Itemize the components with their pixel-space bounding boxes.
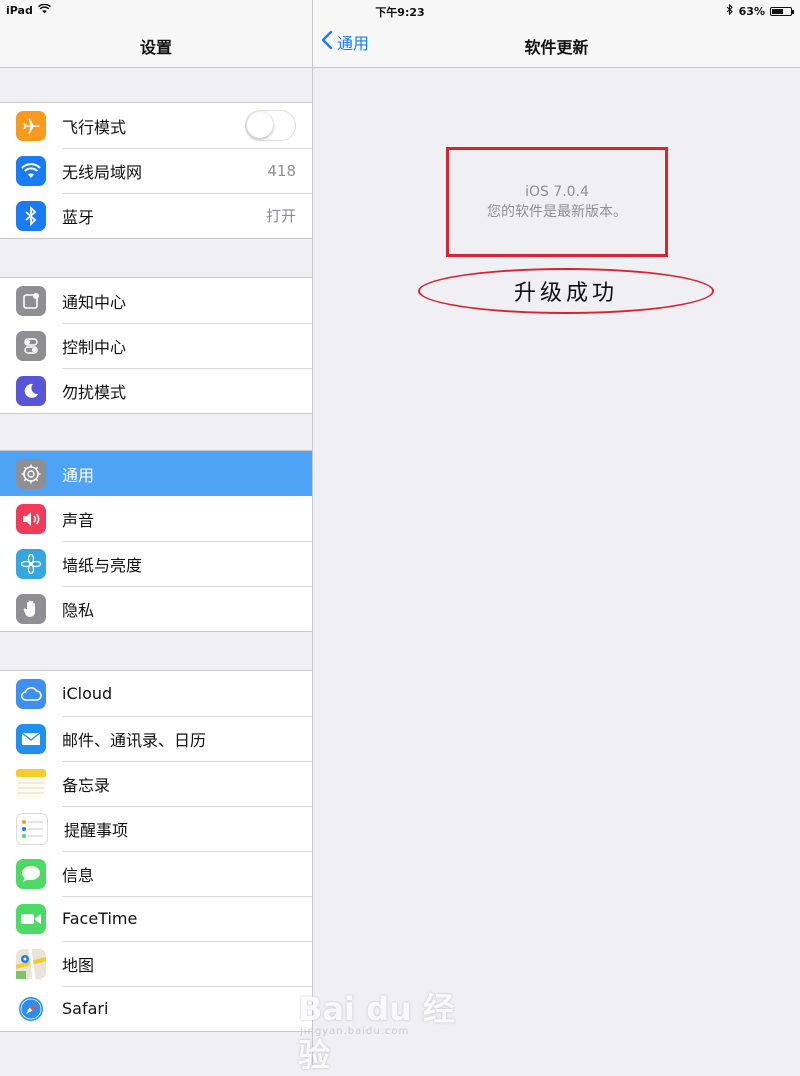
battery-percent: 63% bbox=[738, 4, 765, 18]
sidebar-item-label: 控制中心 bbox=[62, 337, 127, 357]
hand-icon bbox=[16, 593, 46, 624]
flower-icon bbox=[16, 548, 46, 579]
sidebar-item-label: 备忘录 bbox=[62, 775, 111, 795]
notification-center-icon bbox=[16, 285, 46, 316]
bluetooth-icon bbox=[16, 200, 46, 231]
sidebar-item-label: 地图 bbox=[62, 955, 95, 975]
upgrade-success-annotation: 升级成功 bbox=[418, 268, 714, 314]
sidebar-item-notes[interactable]: 备忘录 bbox=[0, 761, 312, 806]
sidebar-item-reminders[interactable]: 提醒事项 bbox=[0, 806, 312, 851]
sidebar-item-label: 声音 bbox=[62, 510, 95, 530]
status-bar: iPad 下午9:23 63% bbox=[0, 0, 800, 20]
sidebar-title: 设置 bbox=[139, 38, 172, 57]
sidebar-item-wallpaper-brightness[interactable]: 墙纸与亮度 bbox=[0, 541, 312, 586]
reminders-icon bbox=[16, 812, 48, 845]
ios-version: iOS 7.0.4 bbox=[525, 184, 589, 200]
cloud-icon bbox=[16, 678, 46, 709]
moon-icon bbox=[16, 375, 46, 406]
sidebar-item-label: 无线局域网 bbox=[62, 162, 143, 182]
sidebar-item-label: 信息 bbox=[62, 865, 95, 885]
settings-group-general: 通用 声音 墙纸与亮度 隐私 bbox=[0, 450, 312, 632]
annotation-text: 升级成功 bbox=[513, 281, 618, 306]
messages-icon bbox=[16, 858, 46, 889]
update-status-highlight: iOS 7.0.4 您的软件是最新版本。 bbox=[446, 147, 668, 257]
sidebar-item-bluetooth[interactable]: 蓝牙 打开 bbox=[0, 193, 312, 238]
control-center-icon bbox=[16, 330, 46, 361]
sidebar-item-label: FaceTime bbox=[62, 909, 138, 928]
settings-group-notifications: 通知中心 控制中心 勿扰模式 bbox=[0, 277, 312, 414]
bluetooth-status-icon bbox=[726, 3, 734, 18]
sidebar-item-label: 隐私 bbox=[62, 600, 95, 620]
page-title: 软件更新 bbox=[524, 38, 589, 57]
sidebar-item-safari[interactable]: Safari bbox=[0, 986, 312, 1031]
speaker-icon bbox=[16, 503, 46, 534]
sidebar-item-label: 勿扰模式 bbox=[62, 382, 127, 402]
sidebar-item-notification-center[interactable]: 通知中心 bbox=[0, 278, 312, 323]
airplane-icon bbox=[16, 110, 46, 141]
sidebar-item-icloud[interactable]: iCloud bbox=[0, 671, 312, 716]
sidebar-item-label: 提醒事项 bbox=[64, 820, 129, 840]
toggle-knob bbox=[247, 112, 273, 138]
sidebar-item-privacy[interactable]: 隐私 bbox=[0, 586, 312, 631]
sidebar-item-label: 飞行模式 bbox=[62, 117, 127, 137]
sidebar-item-label: Safari bbox=[62, 999, 109, 1018]
mail-icon bbox=[16, 723, 46, 754]
sidebar-item-label: 墙纸与亮度 bbox=[62, 555, 143, 575]
sidebar-item-label: 通用 bbox=[62, 465, 95, 485]
sidebar-item-facetime[interactable]: FaceTime bbox=[0, 896, 312, 941]
maps-icon bbox=[16, 948, 46, 979]
sidebar-item-sounds[interactable]: 声音 bbox=[0, 496, 312, 541]
software-update-pane: 通用 软件更新 iOS 7.0.4 您的软件是最新版本。 升级成功 bbox=[313, 0, 800, 1067]
settings-sidebar: 设置 飞行模式 无线局域网 418 蓝牙 打开 通知中心 控制中心 勿扰模式 通… bbox=[0, 0, 313, 1067]
battery-icon bbox=[770, 6, 794, 16]
sidebar-item-label: 蓝牙 bbox=[62, 207, 95, 227]
airplane-mode-toggle[interactable] bbox=[245, 110, 296, 141]
wifi-icon bbox=[16, 155, 46, 186]
bluetooth-status-value: 打开 bbox=[265, 207, 296, 225]
baidu-watermark: Bai du 经验 jingyan.baidu.com bbox=[298, 972, 468, 1074]
sidebar-item-wifi[interactable]: 无线局域网 418 bbox=[0, 148, 312, 193]
sidebar-item-messages[interactable]: 信息 bbox=[0, 851, 312, 896]
sidebar-item-label: 邮件、通讯录、日历 bbox=[62, 730, 207, 750]
notes-icon bbox=[16, 768, 46, 799]
wifi-network-value: 418 bbox=[267, 161, 296, 180]
sidebar-item-general[interactable]: 通用 bbox=[0, 451, 312, 496]
watermark-url: jingyan.baidu.com bbox=[300, 1026, 410, 1037]
settings-group-connectivity: 飞行模式 无线局域网 418 蓝牙 打开 bbox=[0, 102, 312, 239]
facetime-icon bbox=[16, 903, 46, 934]
sidebar-item-mail-contacts-calendars[interactable]: 邮件、通讯录、日历 bbox=[0, 716, 312, 761]
sidebar-item-label: iCloud bbox=[62, 684, 113, 703]
update-status-message: 您的软件是最新版本。 bbox=[487, 204, 627, 220]
safari-icon bbox=[16, 993, 46, 1024]
sidebar-item-control-center[interactable]: 控制中心 bbox=[0, 323, 312, 368]
sidebar-item-airplane-mode[interactable]: 飞行模式 bbox=[0, 103, 312, 148]
status-time: 下午9:23 bbox=[375, 6, 425, 19]
sidebar-item-do-not-disturb[interactable]: 勿扰模式 bbox=[0, 368, 312, 413]
gear-icon bbox=[16, 458, 46, 489]
sidebar-item-maps[interactable]: 地图 bbox=[0, 941, 312, 986]
settings-group-apps: iCloud 邮件、通讯录、日历 备忘录 提醒事项 信息 FaceTime 地图… bbox=[0, 670, 312, 1032]
sidebar-item-label: 通知中心 bbox=[62, 292, 127, 312]
